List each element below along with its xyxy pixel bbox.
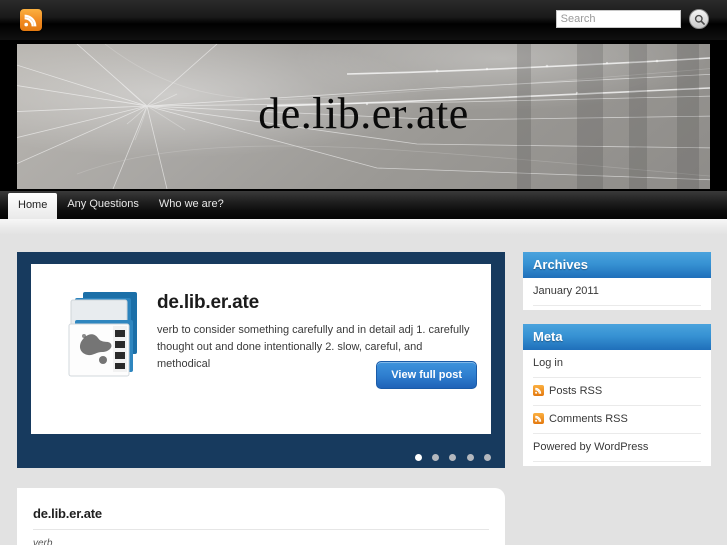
featured-slide: de.lib.er.ate verb to consider something… [31, 264, 491, 434]
search-input[interactable] [555, 10, 681, 28]
rss-glyph [535, 387, 542, 394]
meta-item-posts-rss[interactable]: Posts RSS [533, 378, 701, 406]
search-button[interactable] [689, 9, 709, 29]
slider-dot-4[interactable] [466, 454, 474, 461]
nav-item-who-we-are[interactable]: Who we are? [149, 191, 234, 219]
rss-icon[interactable] [20, 9, 42, 31]
site-title: de.lib.er.ate [258, 89, 469, 138]
main-navigation: Home Any Questions Who we are? [0, 191, 727, 219]
top-bar [0, 0, 727, 41]
slider-dot-3[interactable] [449, 454, 457, 461]
widget-archives: Archives January 2011 [523, 252, 711, 310]
post-body: verb [33, 538, 53, 545]
nav-list: Home Any Questions Who we are? [0, 191, 727, 219]
featured-slider: de.lib.er.ate verb to consider something… [17, 252, 505, 468]
slider-pagination [408, 450, 491, 461]
post-divider [33, 529, 489, 530]
meta-item-posts-rss-label: Posts RSS [549, 385, 603, 397]
slider-dot-1[interactable] [414, 454, 422, 461]
nav-item-home[interactable]: Home [8, 193, 58, 219]
rss-icon [533, 385, 544, 396]
widget-meta-body: Log in Posts RSS Comments RSS Powered by… [523, 350, 711, 466]
meta-item-comments-rss[interactable]: Comments RSS [533, 406, 701, 434]
widget-archives-title: Archives [523, 252, 711, 278]
view-full-post-button[interactable]: View full post [376, 361, 477, 389]
slider-dot-2[interactable] [431, 454, 439, 461]
rss-glyph [24, 14, 37, 27]
widget-meta-title: Meta [523, 324, 711, 350]
slider-dot-5[interactable] [484, 454, 491, 461]
search-icon [694, 14, 706, 26]
search-form[interactable] [555, 9, 709, 31]
meta-item-log-in[interactable]: Log in [533, 350, 701, 378]
stacked-documents-icon[interactable] [57, 286, 153, 382]
meta-item-comments-rss-label: Comments RSS [549, 413, 628, 425]
sidebar: Archives January 2011 Meta Log in Posts … [523, 252, 711, 480]
slide-title[interactable]: de.lib.er.ate [157, 292, 259, 314]
nav-item-any-questions[interactable]: Any Questions [57, 191, 149, 219]
rss-icon [533, 413, 544, 424]
widget-archives-body: January 2011 [523, 278, 711, 310]
site-banner: de.lib.er.ate [17, 44, 710, 189]
archives-item-january-2011[interactable]: January 2011 [533, 278, 701, 306]
post-entry: de.lib.er.ate verb [17, 488, 505, 545]
meta-item-powered-by-wordpress[interactable]: Powered by WordPress [533, 434, 701, 462]
rss-glyph [535, 415, 542, 422]
post-title[interactable]: de.lib.er.ate [33, 506, 102, 521]
widget-meta: Meta Log in Posts RSS Comments RSS Power… [523, 324, 711, 466]
nav-shadow [0, 219, 727, 235]
